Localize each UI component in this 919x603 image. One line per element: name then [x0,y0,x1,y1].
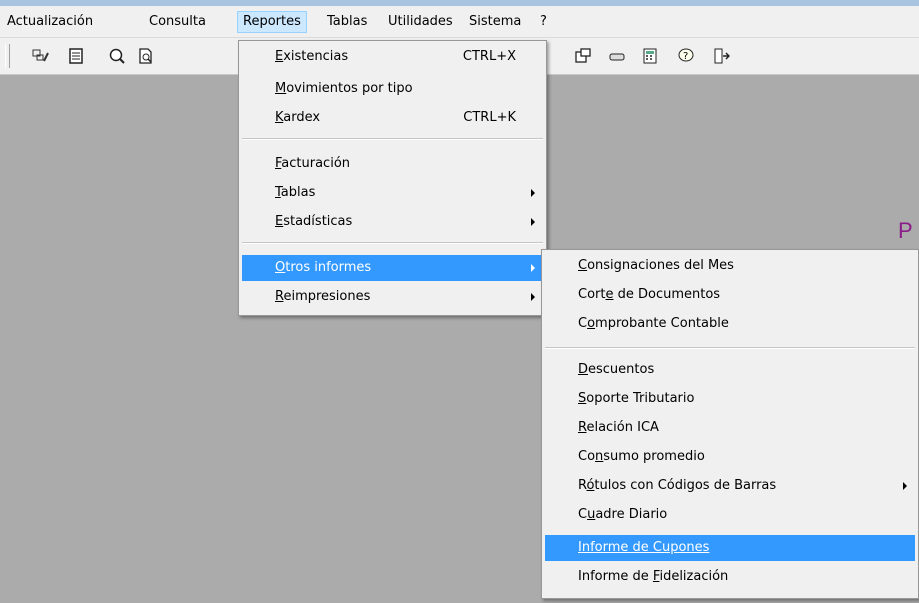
drive-icon[interactable] [608,47,626,65]
menu-help[interactable]: ? [535,12,552,32]
menu-item-rotulos-codigos-barras[interactable]: Rótulos con Códigos de Barras [545,473,915,499]
menu-item-movimientos[interactable]: Movimientos por tipo [242,76,543,102]
help-icon[interactable]: ? [677,47,695,65]
submenu-arrow-icon [531,189,535,197]
menu-item-existencias[interactable]: Existencias CTRL+X [242,44,543,70]
menu-item-relacion-ica[interactable]: Relación ICA [545,415,915,441]
menu-item-cuadre-diario[interactable]: Cuadre Diario [545,502,915,528]
otros-informes-submenu: Consignaciones del Mes Corte de Document… [541,249,919,599]
shortcut: CTRL+X [462,49,516,64]
exit-door-icon[interactable] [712,47,730,65]
menu-item-kardex[interactable]: Kardex CTRL+K [242,105,543,131]
menu-separator [545,347,915,349]
background-title-fragment: P [898,218,913,243]
menu-sistema[interactable]: Sistema [464,12,526,32]
edit-form-icon[interactable] [31,47,49,65]
submenu-arrow-icon [531,264,535,272]
menu-item-consignaciones[interactable]: Consignaciones del Mes [545,253,915,279]
menu-bar: Actualización Consulta Reportes Tablas U… [0,6,919,38]
zoom-icon[interactable] [108,47,126,65]
menu-item-informe-cupones[interactable]: Informe de Cupones [545,535,915,561]
menu-item-informe-fidelizacion[interactable]: Informe de Fidelización [545,564,915,590]
menu-actualizacion[interactable]: Actualización [2,12,98,32]
notepad-icon[interactable] [67,47,85,65]
menu-item-consumo-promedio[interactable]: Consumo promedio [545,444,915,470]
menu-separator [242,242,543,244]
shortcut: CTRL+K [463,110,516,125]
menu-item-descuentos[interactable]: Descuentos [545,357,915,383]
print-preview-icon[interactable] [137,47,155,65]
submenu-arrow-icon [531,218,535,226]
menu-separator [242,138,543,140]
calculator-icon[interactable] [641,47,659,65]
menu-item-comprobante-contable[interactable]: Comprobante Contable [545,311,915,337]
menu-item-soporte-tributario[interactable]: Soporte Tributario [545,386,915,412]
toolbar-grip[interactable] [5,44,10,68]
menu-item-tablas[interactable]: Tablas [242,180,543,206]
menu-utilidades[interactable]: Utilidades [383,12,458,32]
menu-item-estadisticas[interactable]: Estadísticas [242,209,543,235]
submenu-arrow-icon [531,293,535,301]
submenu-arrow-icon [903,482,907,490]
window-icon[interactable] [574,47,592,65]
menu-tablas[interactable]: Tablas [322,12,372,32]
menu-item-otros-informes[interactable]: Otros informes [242,255,543,281]
menu-item-corte-documentos[interactable]: Corte de Documentos [545,282,915,308]
menu-consulta[interactable]: Consulta [144,12,211,32]
menu-reportes[interactable]: Reportes [237,11,307,33]
reportes-menu: Existencias CTRL+X Movimientos por tipo K… [238,40,547,316]
menu-item-facturacion[interactable]: Facturación [242,151,543,177]
menu-item-reimpresiones[interactable]: Reimpresiones [242,284,543,310]
svg-text:?: ? [683,51,688,62]
